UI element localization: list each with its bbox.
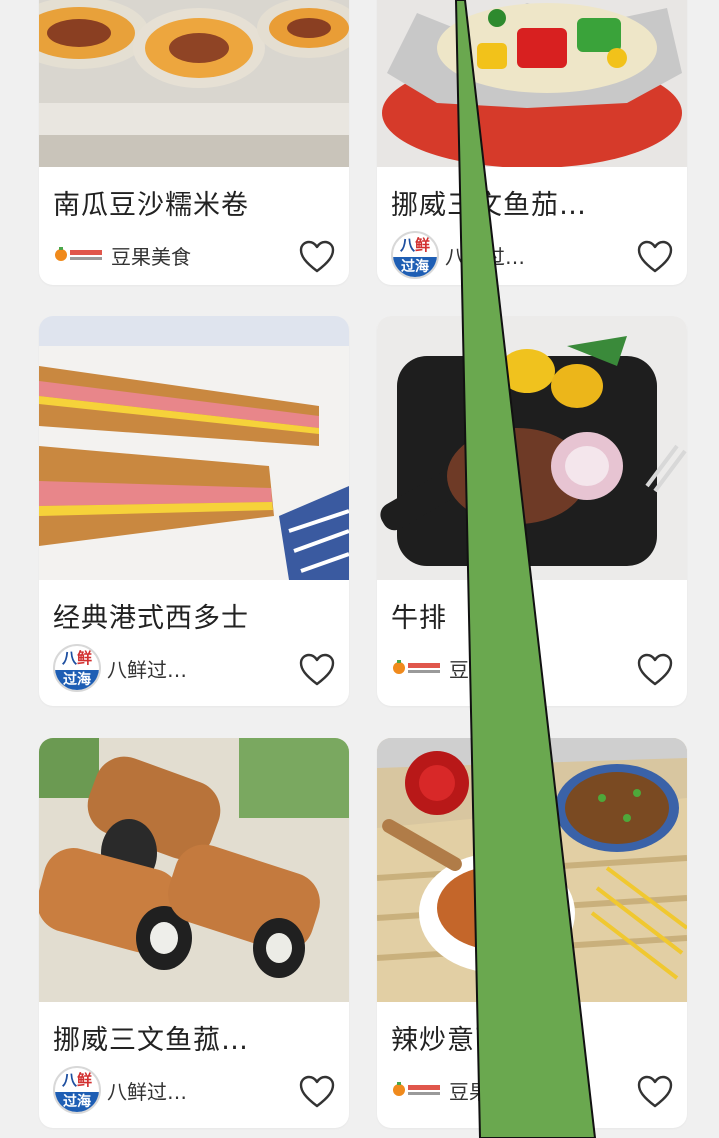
heart-icon[interactable]: [637, 1075, 673, 1109]
douguo-logo: [53, 245, 105, 265]
recipe-card[interactable]: 南瓜豆沙糯米卷 豆果美食: [39, 0, 349, 285]
baxian-logo: 八鲜 过海: [53, 644, 101, 692]
recipe-card[interactable]: 挪威三文鱼菰… 八鲜 过海 八鲜过…: [39, 738, 349, 1128]
recipe-title: 经典港式西多士: [53, 603, 249, 634]
author-name: 八鲜过…: [107, 1079, 187, 1104]
recipe-photo[interactable]: [39, 316, 349, 580]
recipe-title: 挪威三文鱼茄…: [391, 190, 587, 221]
heart-icon[interactable]: [637, 653, 673, 687]
author-info[interactable]: 八鲜 过海 八鲜过…: [53, 644, 187, 692]
baxian-logo: 八鲜 过海: [391, 231, 439, 279]
author-info[interactable]: 豆果美食: [391, 646, 529, 690]
author-info[interactable]: 八鲜 过海 八鲜过…: [53, 1066, 187, 1114]
author-info[interactable]: 八鲜 过海 八鲜过…: [391, 231, 525, 279]
recipe-photo[interactable]: [39, 738, 349, 1002]
author-name: 豆果美食: [111, 244, 191, 269]
heart-icon[interactable]: [299, 1075, 335, 1109]
baxian-logo: 八鲜 过海: [53, 1066, 101, 1114]
recipe-title: 牛排: [391, 603, 447, 634]
author-info[interactable]: 豆果美食: [391, 1068, 529, 1112]
recipe-card[interactable]: 牛排 豆果美食: [377, 316, 687, 706]
recipe-photo[interactable]: [39, 0, 349, 167]
recipe-card[interactable]: 辣炒意面 豆果美食: [377, 738, 687, 1128]
douguo-logo: [391, 1080, 443, 1100]
douguo-logo: [391, 658, 443, 678]
author-name: 八鲜过…: [107, 657, 187, 682]
author-name: 八鲜过…: [445, 244, 525, 269]
recipe-photo[interactable]: [377, 738, 687, 1002]
author-info[interactable]: 豆果美食: [53, 233, 191, 277]
recipe-title: 南瓜豆沙糯米卷: [53, 190, 249, 221]
recipe-card[interactable]: 经典港式西多士 八鲜 过海 八鲜过…: [39, 316, 349, 706]
recipe-title: 辣炒意面: [391, 1025, 503, 1056]
author-name: 豆果美食: [449, 657, 529, 682]
recipe-title: 挪威三文鱼菰…: [53, 1025, 249, 1056]
heart-icon[interactable]: [299, 653, 335, 687]
author-name: 豆果美食: [449, 1079, 529, 1104]
recipe-card[interactable]: 挪威三文鱼茄… 八鲜 过海 八鲜过…: [377, 0, 687, 285]
heart-icon[interactable]: [299, 240, 335, 274]
recipe-photo[interactable]: [377, 0, 687, 167]
recipe-feed: 南瓜豆沙糯米卷 豆果美食 挪威三文鱼茄… 八鲜 过海 八鲜过… 经典港式西多士 …: [0, 0, 719, 1138]
heart-icon[interactable]: [637, 240, 673, 274]
recipe-photo[interactable]: [377, 316, 687, 580]
